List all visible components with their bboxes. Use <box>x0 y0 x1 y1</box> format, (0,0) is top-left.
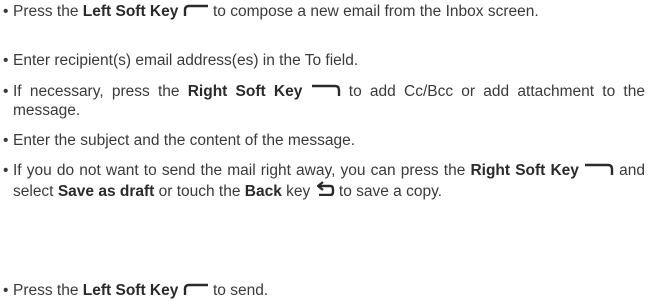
list-item: • If necessary, press the Right Soft Key… <box>3 82 645 120</box>
item-text-pre: Press the <box>13 3 83 20</box>
left-soft-key-icon <box>183 3 209 16</box>
item-text: Enter the subject and the content of the… <box>13 132 356 149</box>
item-text: Enter recipient(s) email address(es) in … <box>13 52 359 69</box>
item-text-pre: If necessary, press the <box>13 83 188 100</box>
item-text-post: to save a copy. <box>334 183 443 200</box>
list-item: • If you do not want to send the mail ri… <box>3 161 645 201</box>
item-text-pre: If you do not want to send the mail righ… <box>13 162 471 179</box>
left-soft-key-label: Left Soft Key <box>82 282 179 299</box>
item-text-mid: or touch the <box>154 183 245 200</box>
list-item: • Press the Left Soft Key to compose a n… <box>3 2 645 21</box>
right-soft-key-icon <box>584 162 614 175</box>
item-text-post: to compose a new email from the Inbox sc… <box>208 3 539 20</box>
left-soft-key-icon <box>183 282 209 295</box>
item-text-pre: Press the <box>13 282 83 299</box>
bullet: • <box>3 132 9 149</box>
list-item: • Press the Left Soft Key to send. <box>3 281 645 300</box>
bullet: • <box>3 162 9 179</box>
item-text-post: to send. <box>208 282 269 299</box>
right-soft-key-label: Right Soft Key <box>187 83 303 100</box>
bullet: • <box>3 83 9 100</box>
bullet: • <box>3 282 9 299</box>
save-as-draft-label: Save as draft <box>57 183 155 200</box>
bullet: • <box>3 52 9 69</box>
instruction-list: • Press the Left Soft Key to compose a n… <box>0 0 650 302</box>
back-key-icon <box>315 180 335 196</box>
right-soft-key-icon <box>311 83 341 96</box>
item-text-mid: key <box>281 183 315 200</box>
list-item: • Enter the subject and the content of t… <box>3 131 645 150</box>
back-key-label: Back <box>244 183 282 200</box>
list-item: • Enter recipient(s) email address(es) i… <box>3 51 645 70</box>
bullet: • <box>3 3 9 20</box>
right-soft-key-label: Right Soft Key <box>470 162 579 179</box>
left-soft-key-label: Left Soft Key <box>82 3 179 20</box>
